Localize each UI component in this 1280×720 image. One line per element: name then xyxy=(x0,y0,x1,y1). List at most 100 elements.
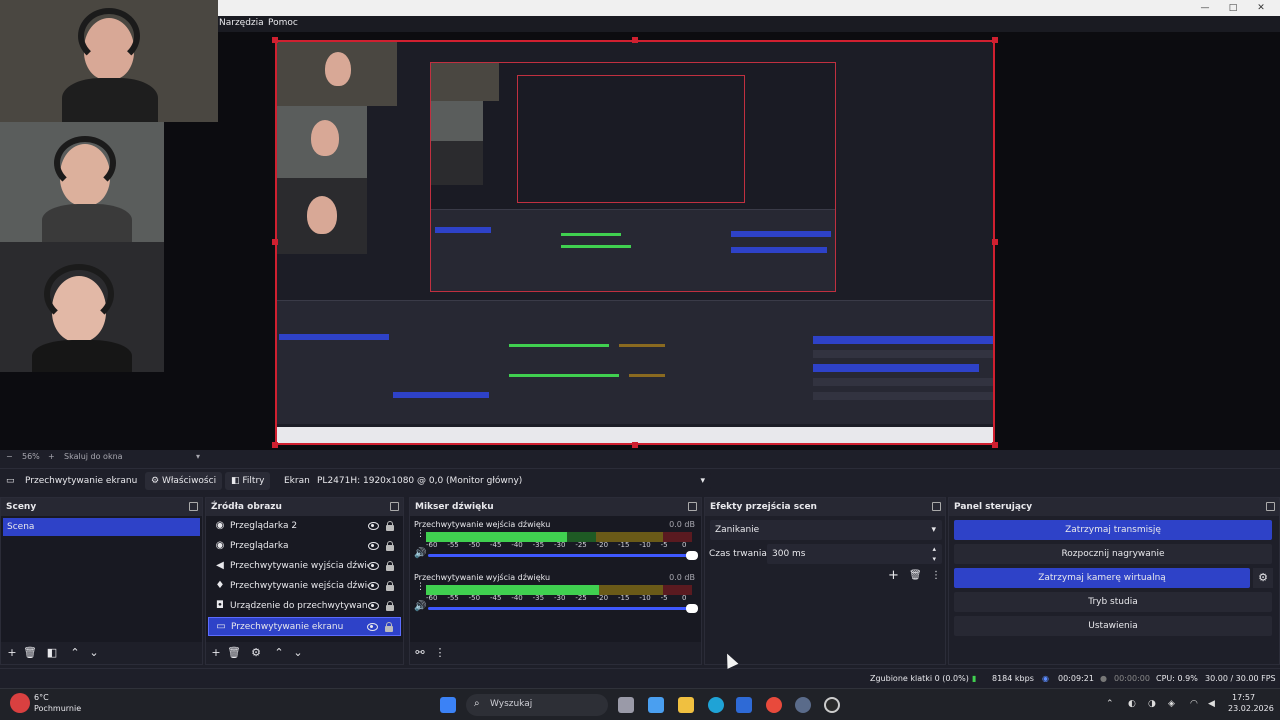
volume-slider[interactable] xyxy=(428,551,698,560)
store-icon[interactable] xyxy=(736,697,752,713)
obs-icon[interactable] xyxy=(824,697,840,713)
properties-button[interactable]: ⚙ Właściwości xyxy=(145,472,223,490)
weather-icon[interactable] xyxy=(10,693,30,713)
eye-icon[interactable] xyxy=(368,562,379,570)
source-item[interactable]: ◉ Przeglądarka 2 xyxy=(208,517,401,536)
menu-tools[interactable]: Narzędzia xyxy=(219,18,264,28)
scenes-title: Sceny xyxy=(6,502,37,512)
float-icon[interactable] xyxy=(932,502,941,511)
source-item[interactable]: ◉ Przeglądarka xyxy=(208,537,401,556)
more-options-icon[interactable]: ⋮ xyxy=(416,583,425,592)
maximize-icon[interactable]: □ xyxy=(1218,1,1248,15)
clock-time[interactable]: 17:57 xyxy=(1232,693,1255,702)
weather-temp: 6°C xyxy=(34,693,49,702)
add-source-button[interactable]: + xyxy=(208,645,224,661)
search-icon: ⌕ xyxy=(474,698,480,709)
volume-icon[interactable]: ◀ xyxy=(1208,699,1215,709)
gear-icon[interactable]: ⚙ xyxy=(1253,568,1273,588)
menu-help[interactable]: Pomoc xyxy=(268,18,298,28)
add-scene-button[interactable]: + xyxy=(4,645,20,661)
speaker-icon[interactable]: 🔊 xyxy=(414,601,426,612)
fit-to-window-button[interactable]: Skaluj do okna xyxy=(64,452,123,461)
start-recording-button[interactable]: Rozpocznij nagrywanie xyxy=(954,544,1272,564)
link-icon[interactable]: ⚯ xyxy=(412,645,428,661)
lock-icon[interactable] xyxy=(386,541,394,551)
source-item[interactable]: ◘ Urządzenie do przechwytywania wideo xyxy=(208,597,401,616)
eye-icon[interactable] xyxy=(368,602,379,610)
volume-slider[interactable] xyxy=(428,604,698,613)
speaker-icon[interactable]: 🔊 xyxy=(414,548,426,559)
copilot-icon[interactable] xyxy=(648,697,664,713)
volume-knob[interactable] xyxy=(686,551,698,560)
source-item[interactable]: ▭ Przechwytywanie ekranu xyxy=(208,617,401,636)
trash-icon[interactable]: 🗑 xyxy=(22,645,38,661)
display-select[interactable]: PL2471H: 1920x1080 @ 0,0 (Monitor główny… xyxy=(311,472,711,490)
source-item[interactable]: ◀ Przechwytywanie wyjścia dźwięku xyxy=(208,557,401,576)
scene-item[interactable]: Scena xyxy=(3,518,200,536)
edge-icon[interactable] xyxy=(708,697,724,713)
settings-button[interactable]: Ustawienia xyxy=(954,616,1272,636)
move-down-icon[interactable]: ⌄ xyxy=(86,645,102,661)
studio-mode-button[interactable]: Tryb studia xyxy=(954,592,1272,612)
zoom-out-button[interactable]: − xyxy=(6,452,13,461)
preview-zoom-row: − 56% + Skaluj do okna ▾ xyxy=(0,452,270,464)
minimize-icon[interactable]: — xyxy=(1190,1,1220,15)
chrome-icon[interactable] xyxy=(766,697,782,713)
source-toolbar: ▭ Przechwytywanie ekranu ⚙ Właściwości ◧… xyxy=(0,468,1280,492)
zoom-in-button[interactable]: + xyxy=(48,452,55,461)
stop-streaming-button[interactable]: Zatrzymaj transmisję xyxy=(954,520,1272,540)
source-item[interactable]: ♦ Przechwytywanie wejścia dźwięku xyxy=(208,577,401,596)
clock-date[interactable]: 23.02.2026 xyxy=(1228,704,1274,713)
lock-icon[interactable] xyxy=(386,601,394,611)
tray-icon[interactable]: ◐ xyxy=(1128,699,1136,709)
lock-icon[interactable] xyxy=(386,561,394,571)
chevron-down-icon[interactable]: ▾ xyxy=(196,452,200,461)
lock-icon[interactable] xyxy=(385,622,393,632)
duration-input[interactable]: 300 ms ▴ ▾ xyxy=(767,544,942,564)
transition-select[interactable]: Zanikanie ▾ xyxy=(710,520,942,540)
volume-knob[interactable] xyxy=(686,604,698,613)
tick-label: 0 xyxy=(682,541,687,549)
chevron-up-icon[interactable]: ⌃ xyxy=(1106,699,1114,709)
more-options-icon[interactable]: ⋮ xyxy=(432,645,448,661)
windows-start-icon[interactable] xyxy=(440,697,456,713)
stop-virtual-camera-button[interactable]: Zatrzymaj kamerę wirtualną xyxy=(954,568,1250,588)
screen-capture-preview[interactable] xyxy=(275,40,995,445)
eye-icon[interactable] xyxy=(368,582,379,590)
taskbar-search[interactable]: ⌕ Wyszukaj xyxy=(466,694,608,716)
lock-icon[interactable] xyxy=(386,581,394,591)
float-icon[interactable] xyxy=(390,502,399,511)
eye-icon[interactable] xyxy=(368,542,379,550)
more-options-icon[interactable]: ⋮ xyxy=(931,570,941,581)
app-icon[interactable] xyxy=(795,697,811,713)
float-icon[interactable] xyxy=(1266,502,1275,511)
eye-icon[interactable] xyxy=(368,522,379,530)
task-view-icon[interactable] xyxy=(618,697,634,713)
float-icon[interactable] xyxy=(688,502,697,511)
filter-icon[interactable]: ◧ xyxy=(44,645,60,661)
close-icon[interactable]: ✕ xyxy=(1246,1,1276,15)
sources-title: Źródła obrazu xyxy=(211,502,282,512)
gear-icon[interactable]: ⚙ xyxy=(248,645,264,661)
controls-dock: Panel sterujący Zatrzymaj transmisję Roz… xyxy=(948,497,1280,665)
move-down-icon[interactable]: ⌄ xyxy=(290,645,306,661)
eye-icon[interactable] xyxy=(367,623,378,631)
tick-label: -25 xyxy=(575,541,587,549)
tray-icon[interactable]: ◑ xyxy=(1148,699,1156,709)
add-transition-button[interactable]: + xyxy=(888,568,899,583)
trash-icon[interactable]: 🗑 xyxy=(909,570,922,581)
move-up-icon[interactable]: ⌃ xyxy=(271,645,287,661)
tray-icon[interactable]: ◈ xyxy=(1168,699,1175,709)
move-up-icon[interactable]: ⌃ xyxy=(67,645,83,661)
trash-icon[interactable]: 🗑 xyxy=(226,645,242,661)
filters-button[interactable]: ◧ Filtry xyxy=(225,472,271,490)
file-explorer-icon[interactable] xyxy=(678,697,694,713)
tick-label: -20 xyxy=(596,541,609,549)
audio-mixer-dock: Mikser dźwięku Przechwytywanie wejścia d… xyxy=(409,497,702,665)
float-icon[interactable] xyxy=(189,502,198,511)
lock-icon[interactable] xyxy=(386,521,394,531)
wifi-icon[interactable]: ◠ xyxy=(1190,699,1198,709)
more-options-icon[interactable]: ⋮ xyxy=(416,530,425,539)
preview-area[interactable] xyxy=(0,0,1280,450)
stepper-icon[interactable]: ▴ ▾ xyxy=(932,544,936,564)
